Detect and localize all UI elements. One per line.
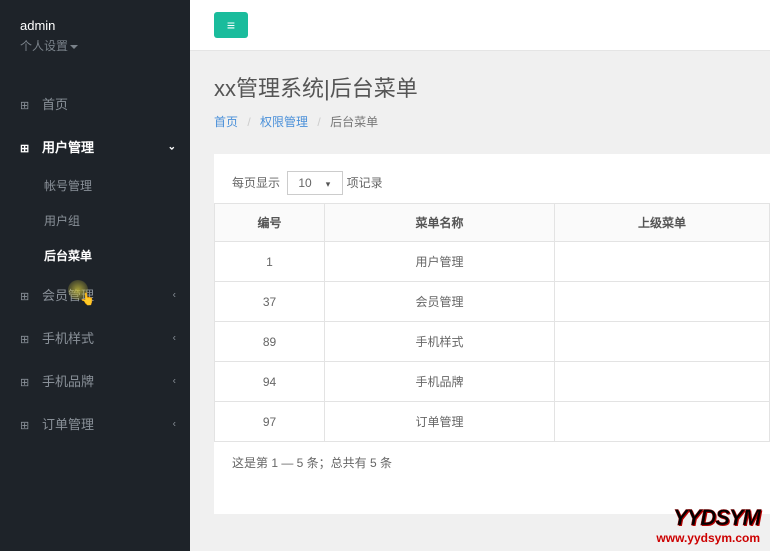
table-cell: 手机品牌: [325, 362, 555, 402]
table-row[interactable]: 1用户管理: [215, 242, 770, 282]
per-page-select[interactable]: 10▾: [287, 171, 342, 195]
table-cell: [555, 402, 770, 442]
breadcrumb-home[interactable]: 首页: [214, 115, 238, 129]
breadcrumb-current: 后台菜单: [330, 115, 378, 129]
sidebar-item-order[interactable]: ⊞订单管理 ‹: [0, 402, 190, 445]
sidebar-sub-group[interactable]: 用户组: [0, 203, 190, 238]
sidebar-item-phone-brand[interactable]: ⊞手机品牌 ‹: [0, 359, 190, 402]
table-cell: 手机样式: [325, 322, 555, 362]
sidebar-item-member[interactable]: ⊞会员管理 ‹: [0, 273, 190, 316]
grid-icon: ⊞: [20, 290, 34, 303]
user-block: admin 个人设置: [0, 0, 190, 64]
sidebar-item-phone-style[interactable]: ⊞手机样式 ‹: [0, 316, 190, 359]
table-info: 这是第 1 — 5 条；总共有 5 条: [214, 442, 770, 483]
sidebar-item-home[interactable]: ⊞首页: [0, 82, 190, 125]
main-area: ≡ xx管理系统|后台菜单 首页 / 权限管理 / 后台菜单 每页显示 10▾ …: [190, 0, 770, 551]
grid-icon: ⊞: [20, 419, 34, 432]
content-panel: 每页显示 10▾ 项记录 编号 菜单名称 上级菜单 1用户管理37会员管理89手…: [214, 154, 770, 514]
table-cell: [555, 362, 770, 402]
sidebar-sub-menu[interactable]: 后台菜单: [0, 238, 190, 273]
page-header: xx管理系统|后台菜单 首页 / 权限管理 / 后台菜单: [190, 51, 770, 142]
chevron-down-icon: ▾: [326, 179, 331, 189]
table-cell: 用户管理: [325, 242, 555, 282]
table-cell: 1: [215, 242, 325, 282]
table-cell: 37: [215, 282, 325, 322]
sidebar-submenu-user: 帐号管理 用户组 后台菜单: [0, 168, 190, 273]
col-parent[interactable]: 上级菜单: [555, 204, 770, 242]
user-settings-link[interactable]: 个人设置: [20, 37, 170, 54]
watermark-logo: YYDSYM: [656, 505, 760, 531]
chevron-down-icon: [70, 45, 78, 49]
table-header-row: 编号 菜单名称 上级菜单: [215, 204, 770, 242]
table-cell: [555, 282, 770, 322]
sidebar-item-user-mgmt[interactable]: ⊞用户管理 ⌄: [0, 125, 190, 168]
table-row[interactable]: 37会员管理: [215, 282, 770, 322]
table-cell: 94: [215, 362, 325, 402]
col-id[interactable]: 编号: [215, 204, 325, 242]
grid-icon: ⊞: [20, 333, 34, 346]
table-length-control: 每页显示 10▾ 项记录: [214, 174, 770, 203]
chevron-left-icon: ‹: [173, 289, 176, 300]
table-cell: 97: [215, 402, 325, 442]
chevron-left-icon: ‹: [173, 332, 176, 343]
table-cell: [555, 322, 770, 362]
chevron-down-icon: ⌄: [168, 141, 176, 152]
grid-icon: ⊞: [20, 99, 34, 112]
col-name[interactable]: 菜单名称: [325, 204, 555, 242]
table-row[interactable]: 89手机样式: [215, 322, 770, 362]
table-row[interactable]: 94手机品牌: [215, 362, 770, 402]
grid-icon: ⊞: [20, 142, 34, 155]
watermark-url: www.yydsym.com: [656, 531, 760, 545]
chevron-left-icon: ‹: [173, 418, 176, 429]
grid-icon: ⊞: [20, 376, 34, 389]
watermark: YYDSYM www.yydsym.com: [656, 505, 760, 545]
table-cell: [555, 242, 770, 282]
breadcrumb: 首页 / 权限管理 / 后台菜单: [214, 113, 746, 130]
hamburger-icon: ≡: [227, 18, 235, 32]
table-cell: 订单管理: [325, 402, 555, 442]
user-name: admin: [20, 18, 170, 33]
topbar: ≡: [190, 0, 770, 51]
sidebar: admin 个人设置 ⊞首页 ⊞用户管理 ⌄ 帐号管理 用户组 后台菜单 ⊞会员…: [0, 0, 190, 551]
breadcrumb-permission[interactable]: 权限管理: [260, 115, 308, 129]
breadcrumb-separator: /: [317, 115, 320, 129]
sidebar-sub-account[interactable]: 帐号管理: [0, 168, 190, 203]
menu-toggle-button[interactable]: ≡: [214, 12, 248, 38]
table-row[interactable]: 97订单管理: [215, 402, 770, 442]
table-cell: 89: [215, 322, 325, 362]
page-title: xx管理系统|后台菜单: [214, 71, 746, 103]
chevron-left-icon: ‹: [173, 375, 176, 386]
data-table: 编号 菜单名称 上级菜单 1用户管理37会员管理89手机样式94手机品牌97订单…: [214, 203, 770, 442]
table-cell: 会员管理: [325, 282, 555, 322]
sidebar-nav: ⊞首页 ⊞用户管理 ⌄ 帐号管理 用户组 后台菜单 ⊞会员管理 ‹ ⊞手机样式 …: [0, 82, 190, 445]
breadcrumb-separator: /: [247, 115, 250, 129]
